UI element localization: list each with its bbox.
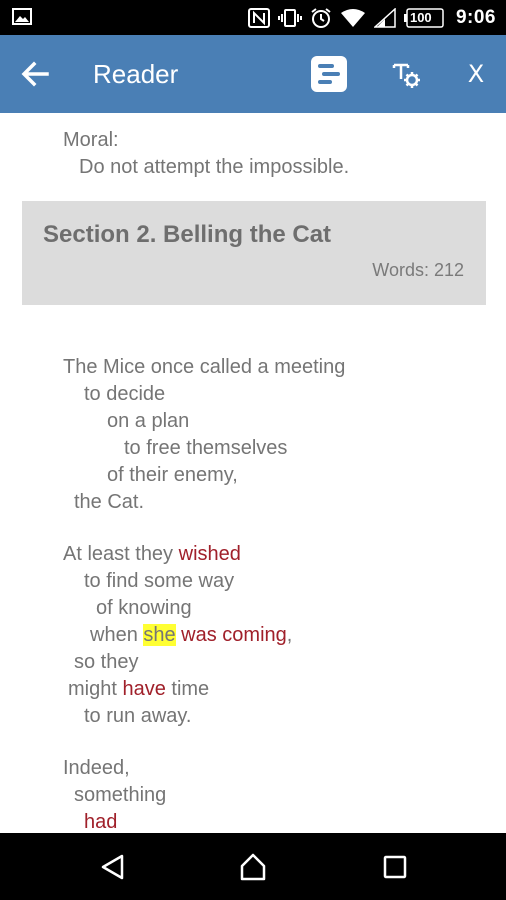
clock: 9:06 bbox=[455, 7, 496, 28]
section-title: Section 2. Belling the Cat bbox=[43, 221, 332, 248]
highlighted-phrase[interactable]: was coming bbox=[176, 624, 287, 646]
nav-back-button[interactable] bbox=[98, 852, 128, 882]
highlighted-word[interactable]: had bbox=[84, 809, 117, 833]
nav-home-button[interactable] bbox=[238, 852, 268, 882]
highlighted-word[interactable]: wished bbox=[179, 543, 241, 565]
nfc-icon bbox=[247, 8, 270, 28]
app-bar: Reader X bbox=[0, 35, 506, 113]
navigation-bar bbox=[0, 833, 506, 900]
story-line: the Cat. bbox=[74, 491, 145, 513]
battery-icon: 100 bbox=[403, 8, 444, 28]
story-text: At least they bbox=[63, 543, 179, 565]
story-text: , bbox=[286, 624, 293, 646]
back-button[interactable] bbox=[18, 57, 52, 91]
table-of-contents-button[interactable] bbox=[310, 55, 348, 93]
story-line: of their enemy, bbox=[107, 464, 238, 486]
highlighted-word[interactable]: have bbox=[122, 678, 165, 700]
signal-icon bbox=[373, 8, 396, 28]
story-line: Indeed, bbox=[63, 757, 130, 779]
section-header: Section 2. Belling the Cat Words: 212 bbox=[22, 201, 486, 305]
story-line: to run away. bbox=[84, 705, 192, 727]
story-line: At least they wished bbox=[63, 541, 241, 568]
vibrate-icon bbox=[277, 8, 302, 28]
story-text: time bbox=[165, 678, 210, 700]
story-line: on a plan bbox=[107, 410, 190, 432]
close-button[interactable]: X bbox=[462, 57, 490, 91]
story-line: when she was coming, bbox=[90, 622, 292, 649]
story-line: so they bbox=[74, 651, 139, 673]
nav-recents-button[interactable] bbox=[380, 852, 410, 882]
selected-word[interactable]: she bbox=[143, 624, 176, 646]
story-line: The Mice once called a meeting bbox=[63, 356, 346, 378]
page-title: Reader bbox=[93, 59, 179, 89]
text-settings-button[interactable] bbox=[390, 59, 422, 91]
story-line: of knowing bbox=[96, 597, 192, 619]
section-word-count: Words: 212 bbox=[372, 260, 464, 280]
story-line: something bbox=[74, 784, 167, 806]
moral-text: Do not attempt the impossible. bbox=[79, 156, 350, 178]
story-line: to decide bbox=[84, 383, 166, 405]
table-of-contents-icon bbox=[311, 56, 347, 92]
reader-content[interactable]: Moral: Do not attempt the impossible. Se… bbox=[0, 113, 506, 833]
moral-label: Moral: bbox=[63, 129, 119, 151]
recents-icon bbox=[383, 855, 407, 879]
image-icon bbox=[12, 8, 32, 25]
wifi-icon bbox=[340, 8, 366, 28]
status-bar: 100 9:06 bbox=[0, 0, 506, 35]
story-line: to find some way bbox=[84, 570, 235, 592]
alarm-icon bbox=[310, 7, 332, 29]
story-line: to free themselves bbox=[124, 437, 288, 459]
story-line: might have time bbox=[68, 676, 209, 703]
story-text: might bbox=[68, 678, 123, 700]
home-icon bbox=[240, 853, 266, 881]
back-arrow-icon bbox=[21, 61, 49, 87]
text-settings-icon bbox=[392, 63, 420, 88]
story-text: when bbox=[90, 624, 144, 646]
battery-level: 100 bbox=[409, 10, 432, 25]
back-triangle-icon bbox=[101, 854, 124, 880]
